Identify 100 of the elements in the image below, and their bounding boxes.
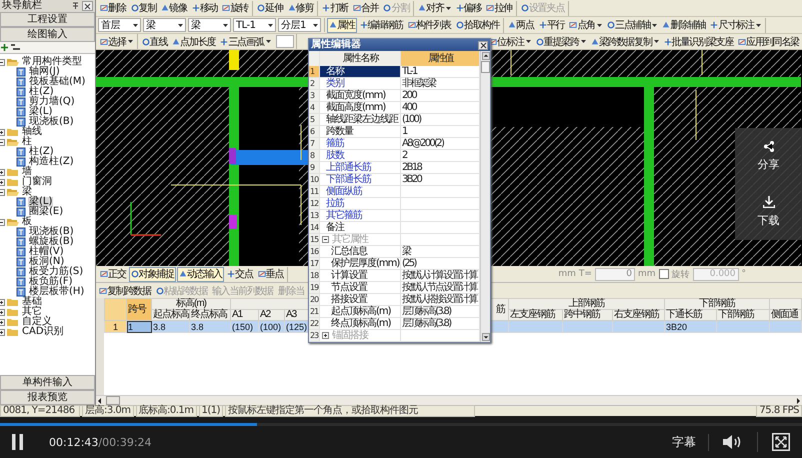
dropdown-field[interactable]: 梁	[188, 18, 231, 32]
share-panel-button[interactable]: 分享	[735, 128, 802, 184]
toolbar-button[interactable]: 打断	[320, 0, 350, 16]
toolbar-button[interactable]: 平行	[536, 18, 566, 32]
subtitles-button[interactable]: 字幕	[660, 434, 709, 450]
tree-item[interactable]: 板负筋(F)	[28, 277, 74, 287]
folder-icon	[7, 168, 19, 176]
caret-icon	[652, 24, 658, 26]
tree-item[interactable]: 基础	[21, 297, 43, 307]
toolbar-button[interactable]: 修剪	[286, 0, 316, 16]
caret-icon	[133, 24, 138, 26]
row-number: 2	[309, 78, 320, 89]
nav-button[interactable]: 单构件输入	[0, 375, 95, 390]
progress-track[interactable]	[0, 423, 802, 426]
toggle-button[interactable]: 正交	[98, 266, 128, 282]
minus-icon	[11, 44, 20, 51]
toolbar-button[interactable]: 构件列表	[406, 18, 454, 32]
tree-item[interactable]: 自定义	[21, 317, 53, 327]
nav-button[interactable]: 绘图输入	[0, 27, 95, 42]
tree-item[interactable]: 梁	[21, 187, 33, 197]
dropdown-field[interactable]: 分层1	[278, 18, 321, 32]
toolbar-button[interactable]: 两点	[506, 18, 536, 32]
toolbar-button[interactable]: 拾取构件	[454, 18, 502, 32]
tree-item[interactable]: 其它	[21, 307, 43, 317]
toolbar-button[interactable]: 直线	[140, 34, 170, 49]
toolbar-button[interactable]: 删除	[98, 0, 128, 16]
tree-item[interactable]: 圈梁(E)	[28, 207, 64, 217]
tree-item[interactable]: 轴网(J)	[28, 67, 61, 77]
toolbar-button[interactable]: 点角	[567, 18, 604, 32]
tree-item[interactable]: 现浇板(B)	[28, 117, 75, 127]
toolbar-button[interactable]: 旋转	[220, 0, 250, 16]
toolbar-button[interactable]: 延伸	[255, 0, 285, 16]
toolbar-button[interactable]: 点加长度	[170, 34, 218, 49]
tree-item[interactable]: 轴线	[21, 127, 43, 137]
toolbar-button[interactable]: 镜像	[159, 0, 189, 16]
toolbar-button[interactable]: 选择	[98, 34, 135, 49]
dropdown-field[interactable]: TL-1	[233, 18, 276, 32]
close-button[interactable]	[82, 1, 93, 11]
duration: /00:39:24	[98, 436, 152, 448]
toolbar-button[interactable]: 对齐	[416, 0, 453, 16]
toolbar-button[interactable]: 移动	[190, 0, 220, 16]
tree-item[interactable]: 楼层板带(H)	[28, 287, 86, 297]
property-name: 起点顶标高(m)	[320, 306, 401, 317]
toolbar-button[interactable]: 删除辅轴	[660, 18, 708, 32]
caret-icon	[654, 40, 659, 43]
property-name: 肢数	[320, 150, 401, 161]
tree-item[interactable]: 柱(Z)	[28, 147, 55, 157]
tree-item[interactable]: 常用构件类型	[21, 57, 83, 67]
row-number: 1	[309, 66, 320, 77]
toolbar-button[interactable]: 属性	[327, 18, 357, 32]
toolbar-button[interactable]: 梁跨数据复制	[588, 34, 661, 49]
toolbar-button[interactable]: 偏移	[454, 0, 484, 16]
tree-item[interactable]: 板受力筋(S)	[28, 267, 84, 277]
toolbar-button[interactable]: 复制	[128, 0, 158, 16]
scroll-thumb[interactable]	[106, 396, 120, 405]
tree-item[interactable]: CAD识别	[21, 327, 65, 337]
tree-item[interactable]: 板	[21, 217, 33, 227]
vertical-scrollbar[interactable]	[480, 51, 490, 342]
tree-item[interactable]: 螺旋板(B)	[28, 237, 75, 247]
toolbar-button[interactable]: 合并	[350, 0, 380, 16]
toolbar-button[interactable]: 重提梁跨	[534, 34, 588, 49]
input-field[interactable]	[276, 35, 294, 48]
share-panel-button[interactable]: 下载	[735, 184, 802, 240]
nav-button[interactable]: 工程设置	[0, 12, 95, 27]
dropdown-field[interactable]: 梁	[143, 18, 186, 32]
tree-item[interactable]: 现浇板(B)	[28, 227, 75, 237]
tree-item[interactable]: 柱(Z)	[28, 87, 55, 97]
scroll-thumb[interactable]	[481, 61, 490, 73]
tree-item[interactable]: 墙	[21, 167, 33, 177]
toolbar-glyph-icon	[322, 4, 330, 12]
horizontal-scrollbar[interactable]	[96, 395, 802, 405]
toolbar-button[interactable]: 尺寸标注	[708, 18, 763, 32]
toggle-button[interactable]: 垂点	[256, 266, 286, 282]
tree-item[interactable]: 筏板基础(M)	[28, 77, 86, 87]
toolbar-button[interactable]: 编辑钢筋	[358, 18, 405, 32]
toolbar-button[interactable]: 三点辅轴	[605, 18, 660, 32]
toolbar-glyph-icon	[100, 38, 108, 46]
toolbar-button[interactable]: 三点画弧	[218, 34, 273, 49]
toolbar-glyph-icon	[383, 4, 392, 12]
tree-item[interactable]: 柱	[21, 137, 33, 147]
tree-item[interactable]: 门窗洞	[21, 177, 53, 187]
toolbar-button[interactable]: 批量识别梁支座	[662, 34, 736, 49]
toolbar-button[interactable]: 应用到同名梁	[736, 34, 801, 49]
row-number: 11	[309, 186, 320, 197]
toolbar-button[interactable]: 拉伸	[484, 0, 514, 16]
toggle-button[interactable]: 对象捕捉	[128, 266, 176, 282]
tree-item[interactable]: 构造柱(Z)	[28, 157, 75, 167]
tree-item[interactable]: 梁(L)	[28, 107, 54, 117]
tree-item[interactable]: 柱帽(V)	[28, 247, 65, 257]
tree-item[interactable]: 剪力墙(Q)	[28, 97, 76, 107]
dropdown-field[interactable]: 首层	[98, 18, 141, 32]
nav-button[interactable]: 报表预览	[0, 390, 95, 405]
toolbar-glyph-icon	[486, 4, 494, 12]
toggle-button[interactable]: 交点	[225, 266, 255, 282]
toggle-button[interactable]: 动态输入	[176, 266, 224, 282]
close-button[interactable]	[478, 40, 488, 50]
toolbar-button[interactable]: 复制跨数据	[97, 283, 153, 298]
tree-item[interactable]: 梁(L)	[28, 197, 54, 207]
tree-item[interactable]: 板洞(N)	[28, 257, 66, 267]
unit-label: mm	[638, 269, 656, 279]
